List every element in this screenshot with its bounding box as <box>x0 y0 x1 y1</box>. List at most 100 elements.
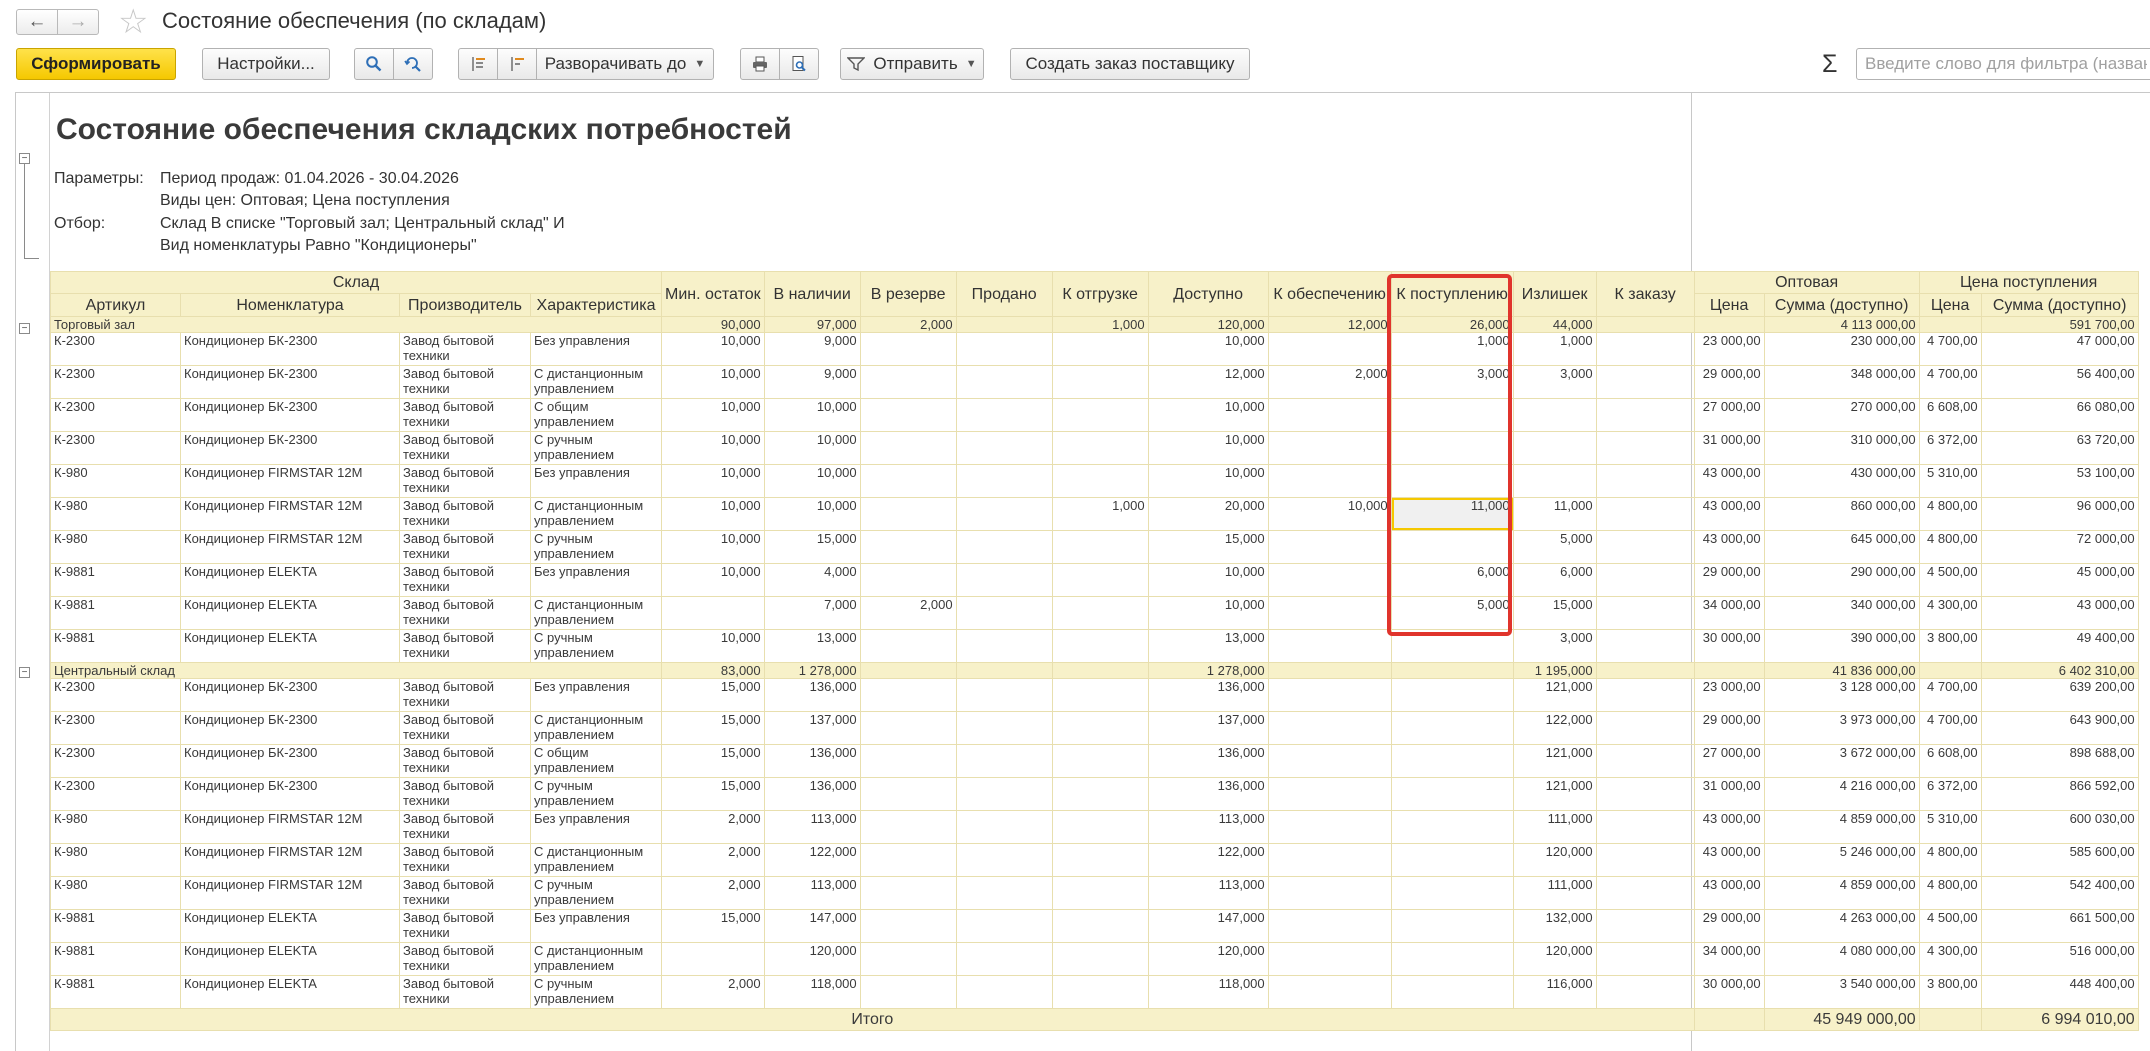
ship-cell[interactable] <box>1051 810 1149 844</box>
characteristic-cell[interactable]: С общим управлением <box>530 398 662 432</box>
reserve-cell[interactable] <box>859 876 957 910</box>
reserve-cell[interactable] <box>859 365 957 399</box>
sold-cell[interactable] <box>955 975 1053 1009</box>
group-min-cell[interactable]: 83,000 <box>661 662 765 679</box>
group-sold-cell[interactable] <box>955 316 1053 333</box>
surplus-cell[interactable]: 120,000 <box>1512 942 1597 976</box>
order-cell[interactable] <box>1595 810 1695 844</box>
receipt-sum-cell[interactable]: 643 900,00 <box>1980 711 2139 745</box>
item-cell[interactable]: Кондиционер ELEKTA <box>180 909 400 943</box>
manufacturer-cell[interactable]: Завод бытовой техники <box>399 464 531 498</box>
sold-cell[interactable] <box>955 365 1053 399</box>
receipt-sum-cell[interactable]: 542 400,00 <box>1980 876 2139 910</box>
reserve-cell[interactable] <box>859 464 957 498</box>
stock-cell[interactable]: 136,000 <box>763 777 861 811</box>
avail-cell[interactable]: 118,000 <box>1147 975 1269 1009</box>
manufacturer-cell[interactable]: Завод бытовой техники <box>399 596 531 630</box>
receive-cell[interactable] <box>1390 464 1514 498</box>
stock-cell[interactable]: 4,000 <box>763 563 861 597</box>
group-row[interactable]: Торговый зал 90,000 97,000 2,000 1,000 120,00… <box>50 316 2139 333</box>
print-preview-button[interactable] <box>779 48 819 80</box>
receipt-sum-cell[interactable]: 49 400,00 <box>1980 629 2139 663</box>
wholesale-price-cell[interactable]: 29 000,00 <box>1693 365 1765 399</box>
sold-cell[interactable] <box>955 843 1053 877</box>
receive-cell[interactable]: 3,000 <box>1390 365 1514 399</box>
manufacturer-cell[interactable]: Завод бытовой техники <box>399 530 531 564</box>
surplus-cell[interactable]: 121,000 <box>1512 744 1597 778</box>
receipt-price-cell[interactable]: 6 608,00 <box>1918 744 1982 778</box>
avail-cell[interactable]: 136,000 <box>1147 678 1269 712</box>
total-wholesale-sum-cell[interactable]: 45 949 000,00 <box>1763 1008 1920 1031</box>
manufacturer-cell[interactable]: Завод бытовой техники <box>399 876 531 910</box>
article-cell[interactable]: К-980 <box>50 843 181 877</box>
characteristic-cell[interactable]: С ручным управлением <box>530 431 662 465</box>
article-cell[interactable]: К-9881 <box>50 629 181 663</box>
avail-cell[interactable]: 10,000 <box>1147 398 1269 432</box>
group-name-cell[interactable]: Торговый зал <box>50 316 662 333</box>
order-cell[interactable] <box>1595 596 1695 630</box>
receipt-price-cell[interactable]: 4 800,00 <box>1918 843 1982 877</box>
total-row[interactable]: Итого 45 949 000,00 6 994 010,00 <box>50 1008 2139 1031</box>
wholesale-price-cell[interactable]: 29 000,00 <box>1693 711 1765 745</box>
reserve-cell[interactable] <box>859 777 957 811</box>
ship-cell[interactable] <box>1051 530 1149 564</box>
avail-cell[interactable]: 137,000 <box>1147 711 1269 745</box>
table-row[interactable]: К-2300 Кондиционер БК-2300 Завод бытовой т… <box>50 777 2139 811</box>
receipt-sum-cell[interactable]: 585 600,00 <box>1980 843 2139 877</box>
characteristic-cell[interactable]: С ручным управлением <box>530 530 662 564</box>
stock-cell[interactable]: 9,000 <box>763 332 861 366</box>
surplus-cell[interactable]: 116,000 <box>1512 975 1597 1009</box>
min-cell[interactable]: 10,000 <box>661 563 765 597</box>
receipt-sum-cell[interactable]: 448 400,00 <box>1980 975 2139 1009</box>
item-cell[interactable]: Кондиционер БК-2300 <box>180 398 400 432</box>
receive-cell[interactable]: 6,000 <box>1390 563 1514 597</box>
receipt-price-cell[interactable]: 3 800,00 <box>1918 975 1982 1009</box>
avail-cell[interactable]: 120,000 <box>1147 942 1269 976</box>
receipt-price-cell[interactable]: 4 800,00 <box>1918 497 1982 531</box>
table-row[interactable]: К-2300 Кондиционер БК-2300 Завод бытовой т… <box>50 431 2139 465</box>
group-order-cell[interactable] <box>1595 316 1695 333</box>
stock-cell[interactable]: 136,000 <box>763 678 861 712</box>
ship-cell[interactable] <box>1051 398 1149 432</box>
surplus-cell[interactable]: 15,000 <box>1512 596 1597 630</box>
min-cell[interactable]: 10,000 <box>661 365 765 399</box>
receive-cell[interactable] <box>1390 530 1514 564</box>
reserve-cell[interactable] <box>859 843 957 877</box>
wholesale-sum-cell[interactable]: 3 540 000,00 <box>1763 975 1920 1009</box>
wholesale-price-cell[interactable]: 34 000,00 <box>1693 942 1765 976</box>
sold-cell[interactable] <box>955 942 1053 976</box>
sold-cell[interactable] <box>955 711 1053 745</box>
receipt-sum-cell[interactable]: 898 688,00 <box>1980 744 2139 778</box>
manufacturer-cell[interactable]: Завод бытовой техники <box>399 398 531 432</box>
group-wholesale-price-cell[interactable] <box>1693 316 1765 333</box>
wholesale-price-cell[interactable]: 29 000,00 <box>1693 563 1765 597</box>
receipt-price-cell[interactable]: 5 310,00 <box>1918 810 1982 844</box>
manufacturer-cell[interactable]: Завод бытовой техники <box>399 843 531 877</box>
stock-cell[interactable]: 118,000 <box>763 975 861 1009</box>
manufacturer-cell[interactable]: Завод бытовой техники <box>399 909 531 943</box>
group-avail-cell[interactable]: 1 278,000 <box>1147 662 1269 679</box>
table-row[interactable]: К-980 Кондиционер FIRMSTAR 12M Завод бытов… <box>50 497 2139 531</box>
min-cell[interactable]: 10,000 <box>661 530 765 564</box>
min-cell[interactable]: 2,000 <box>661 876 765 910</box>
item-cell[interactable]: Кондиционер ELEKTA <box>180 563 400 597</box>
item-cell[interactable]: Кондиционер БК-2300 <box>180 777 400 811</box>
stock-cell[interactable]: 10,000 <box>763 497 861 531</box>
ship-cell[interactable] <box>1051 744 1149 778</box>
ship-cell[interactable] <box>1051 365 1149 399</box>
stock-cell[interactable]: 120,000 <box>763 942 861 976</box>
sold-cell[interactable] <box>955 777 1053 811</box>
receipt-price-cell[interactable]: 4 700,00 <box>1918 711 1982 745</box>
wholesale-sum-cell[interactable]: 390 000,00 <box>1763 629 1920 663</box>
receipt-price-cell[interactable]: 4 700,00 <box>1918 678 1982 712</box>
ship-cell[interactable] <box>1051 464 1149 498</box>
wholesale-price-cell[interactable]: 43 000,00 <box>1693 876 1765 910</box>
receive-cell[interactable] <box>1390 876 1514 910</box>
group-surplus-cell[interactable]: 1 195,000 <box>1512 662 1597 679</box>
stock-cell[interactable]: 136,000 <box>763 744 861 778</box>
ship-cell[interactable] <box>1051 563 1149 597</box>
stock-cell[interactable]: 113,000 <box>763 876 861 910</box>
min-cell[interactable]: 10,000 <box>661 332 765 366</box>
wholesale-sum-cell[interactable]: 348 000,00 <box>1763 365 1920 399</box>
reserve-cell[interactable] <box>859 678 957 712</box>
